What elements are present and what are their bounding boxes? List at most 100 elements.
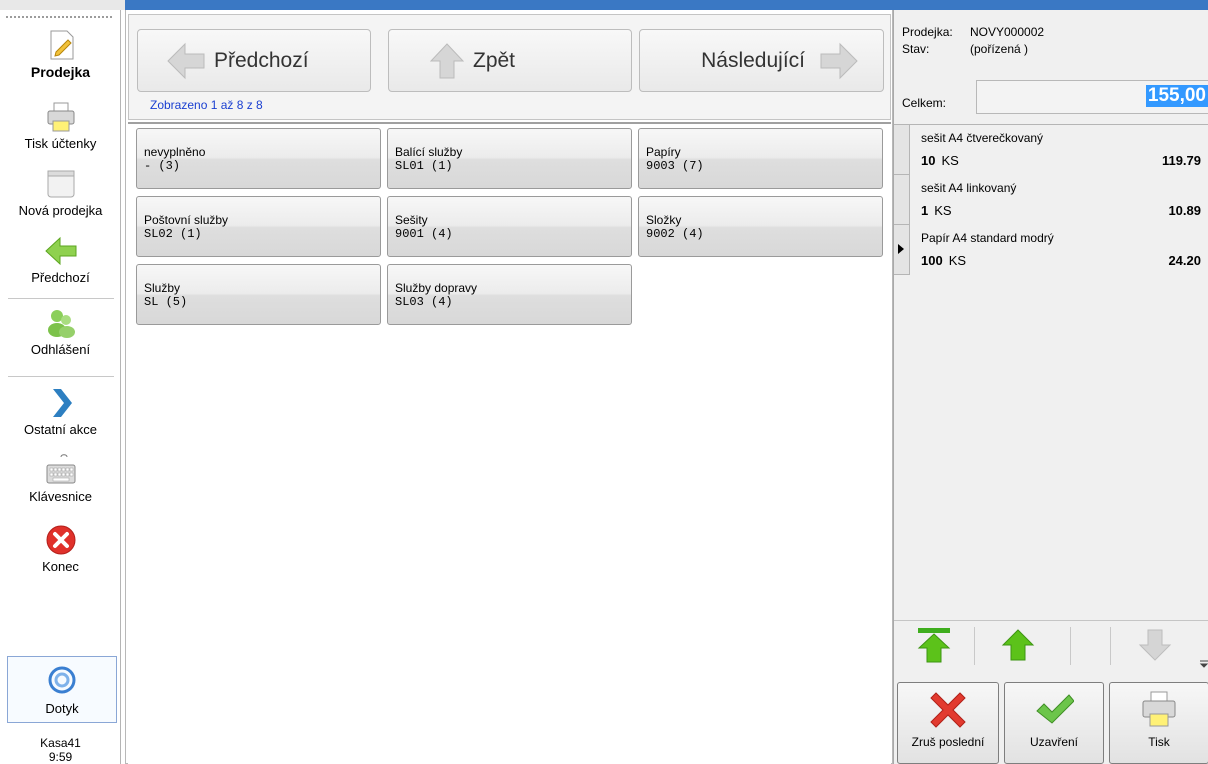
receipt-item-row-selected[interactable]: Papír A4 standard modrý 100 KS 24.20 (894, 225, 1208, 275)
item-unit: KS (934, 203, 952, 218)
register-name: Kasa41 (40, 736, 81, 750)
category-grid: nevyplněno - (3) Balící služby SL01 (1) … (128, 122, 891, 764)
sidebar-item-konec[interactable]: Konec (0, 523, 121, 574)
printer-icon (47, 102, 74, 132)
sidebar-item-label: Konec (42, 559, 79, 574)
category-name: Balící služby (395, 145, 463, 159)
item-unit: KS (948, 253, 967, 268)
sidebar-item-label: Tisk účtenky (24, 136, 97, 151)
category-tile[interactable]: Balící služby SL01 (1) (387, 128, 632, 189)
row-header[interactable] (894, 125, 910, 175)
total-field[interactable]: 155,00 (976, 80, 1208, 114)
sidebar-item-predchozi[interactable]: Předchozí (0, 234, 121, 285)
item-name: sešit A4 čtverečkovaný (921, 131, 1044, 145)
arrow-right-icon (820, 42, 858, 79)
sidebar-grip (6, 16, 112, 18)
sidebar-item-klavesnice[interactable]: Klávesnice (0, 453, 121, 504)
sidebar-item-tisk-uctenky[interactable]: Tisk účtenky (0, 100, 121, 151)
sidebar-item-label: Předchozí (31, 270, 90, 285)
item-price: 24.20 (1168, 253, 1201, 268)
category-tile[interactable]: Sešity 9001 (4) (387, 196, 632, 257)
scroll-down-icon[interactable] (1135, 625, 1175, 665)
category-code: 9001 (4) (395, 227, 453, 241)
sidebar-divider (8, 298, 114, 299)
chevron-right-icon (52, 389, 72, 417)
arrow-left-icon (167, 42, 205, 79)
print-button[interactable]: Tisk (1109, 682, 1208, 764)
close-receipt-label: Uzavření (1029, 735, 1079, 749)
category-code: SL01 (1) (395, 159, 453, 173)
category-tile[interactable]: Služby SL (5) (136, 264, 381, 325)
category-code: SL (5) (144, 295, 188, 309)
category-name: Poštovní služby (144, 213, 229, 227)
sidebar-item-prodejka[interactable]: Prodejka (0, 28, 121, 80)
category-tile[interactable]: Papíry 9003 (7) (638, 128, 883, 189)
receipt-panel: Prodejka: NOVY000002 Stav: (pořízená ) C… (893, 10, 1208, 764)
category-name: Služby dopravy (395, 281, 478, 295)
scroll-divider (1070, 627, 1071, 665)
back-label: Zpět (473, 48, 516, 72)
sidebar-item-odhlaseni[interactable]: Odhlášení (0, 306, 121, 357)
item-name: sešit A4 linkovaný (921, 181, 1017, 195)
next-label: Následující (701, 48, 805, 72)
row-header[interactable] (894, 175, 910, 225)
item-quantity: 10 KS (921, 153, 959, 168)
window-top-border (0, 0, 1208, 10)
category-code: 9002 (4) (646, 227, 704, 241)
category-name: Sešity (395, 213, 428, 227)
category-name: Složky (646, 213, 682, 227)
users-icon (47, 310, 75, 338)
touch-mode-button[interactable]: Dotyk (7, 656, 117, 723)
category-tile[interactable]: Služby dopravy SL03 (4) (387, 264, 632, 325)
sidebar-item-nova-prodejka[interactable]: Nová prodejka (0, 167, 121, 218)
category-name: Papíry (646, 145, 681, 159)
scroll-divider (974, 627, 975, 665)
sidebar-item-label: Odhlášení (30, 342, 91, 357)
state-value: (pořízená ) (970, 42, 1029, 56)
receipt-item-row[interactable]: sešit A4 linkovaný 1 KS 10.89 (894, 175, 1208, 225)
close-receipt-button[interactable]: Uzavření (1004, 682, 1104, 764)
navigation-bar: Předchozí Zpět Následující Zobrazeno 1 a… (128, 14, 891, 120)
blank-page-icon (47, 170, 74, 198)
item-name: Papír A4 standard modrý (921, 231, 1054, 245)
next-button[interactable]: Následující (639, 29, 884, 92)
sidebar: Prodejka Tisk účtenky Nová prodejka Před… (0, 10, 121, 764)
row-selected-marker-icon (898, 244, 904, 254)
document-number: NOVY000002 (970, 25, 1045, 39)
checkmark-icon (1036, 694, 1074, 724)
scroll-up-icon[interactable] (998, 625, 1038, 665)
item-quantity: 1 KS (921, 203, 952, 218)
cancel-last-button[interactable]: Zruš poslední (897, 682, 999, 764)
category-tile[interactable]: nevyplněno - (3) (136, 128, 381, 189)
back-button[interactable]: Zpět (388, 29, 632, 92)
state-label: Stav: (902, 42, 930, 56)
printer-icon (1142, 691, 1176, 727)
red-x-icon (930, 692, 966, 728)
category-code: SL02 (1) (144, 227, 202, 241)
print-label: Tisk (1148, 735, 1170, 749)
arrow-left-icon (44, 236, 76, 266)
clock: 9:59 (48, 750, 73, 764)
scroll-divider (1110, 627, 1111, 665)
category-code: - (3) (144, 159, 181, 173)
sidebar-item-label: Ostatní akce (24, 422, 97, 437)
row-header[interactable] (894, 225, 910, 275)
category-tile[interactable]: Poštovní služby SL02 (1) (136, 196, 381, 257)
sidebar-item-label: Nová prodejka (18, 203, 103, 218)
previous-button[interactable]: Předchozí (137, 29, 371, 92)
category-code: 9003 (7) (646, 159, 704, 173)
sidebar-item-ostatni-akce[interactable]: Ostatní akce (0, 386, 121, 437)
arrow-up-icon (429, 42, 465, 78)
category-tile[interactable]: Složky 9002 (4) (638, 196, 883, 257)
receipt-item-row[interactable]: sešit A4 čtverečkovaný 10 KS 119.79 (894, 125, 1208, 175)
document-label: Prodejka: (902, 25, 953, 39)
scroll-to-top-icon[interactable] (914, 625, 954, 665)
item-price: 10.89 (1168, 203, 1201, 218)
item-unit: KS (941, 153, 959, 168)
total-label: Celkem: (902, 96, 947, 110)
pencil-icon (50, 30, 73, 60)
pagination-status: Zobrazeno 1 až 8 z 8 (150, 98, 263, 112)
exit-icon (46, 525, 75, 555)
overflow-chevron-icon[interactable] (1199, 659, 1208, 669)
previous-label: Předchozí (214, 48, 309, 72)
